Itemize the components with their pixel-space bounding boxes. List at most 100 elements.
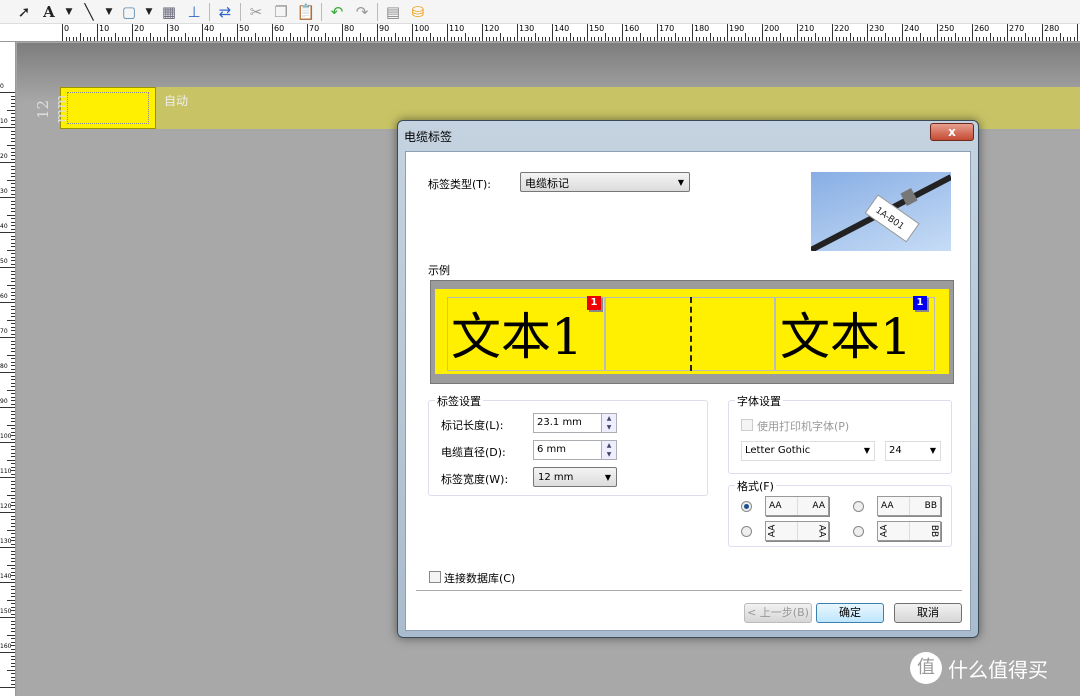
ruler-tick: [0, 512, 15, 513]
align-icon[interactable]: ▤: [383, 2, 403, 22]
length-spinner[interactable]: ▲ ▼: [601, 413, 617, 433]
ruler-label: 160: [624, 24, 640, 33]
font-value: Letter Gothic: [745, 445, 811, 456]
ruler-tick: [975, 37, 977, 41]
format-option-3[interactable]: AA AA: [765, 521, 829, 541]
ruler-tick: [254, 33, 256, 41]
ruler-tick: [433, 37, 434, 41]
font-select[interactable]: Letter Gothic ▼: [741, 441, 875, 461]
format-option-4[interactable]: AA BB: [877, 521, 941, 541]
vertical-ruler[interactable]: 0 10 20 30 40 50 60 70 80 90 100 110 120 130 140 150 160: [0, 42, 16, 696]
diameter-spinner[interactable]: ▲ ▼: [601, 440, 617, 460]
dropdown-arrow-icon[interactable]: ▼: [64, 2, 74, 22]
ruler-tick: [457, 37, 459, 41]
rotate-icon[interactable]: ⇄: [215, 2, 235, 22]
ruler-tick: [153, 37, 154, 41]
printer-font-checkbox[interactable]: [741, 419, 753, 431]
ruler-tick: [804, 37, 805, 41]
ruler-tick: [916, 37, 917, 41]
ruler-tick: [0, 687, 15, 688]
ruler-label: 20: [0, 153, 8, 160]
font-size-select[interactable]: 24 ▼: [885, 441, 941, 461]
format-radio-4[interactable]: [853, 526, 864, 537]
connect-db-label: 连接数据库(C): [444, 572, 516, 585]
barcode-icon[interactable]: ⊥: [184, 2, 204, 22]
dropdown-arrow-icon[interactable]: ▼: [144, 2, 154, 22]
redo-icon[interactable]: ↷: [352, 2, 372, 22]
ruler-tick: [839, 37, 840, 41]
close-button[interactable]: x: [930, 123, 974, 141]
ruler-tick: [11, 543, 15, 545]
ruler-tick: [1042, 24, 1043, 41]
ruler-tick: [195, 37, 196, 41]
ruler-label: 30: [0, 188, 8, 195]
cancel-button[interactable]: 取消: [894, 603, 962, 623]
cut-icon[interactable]: ✂: [246, 2, 266, 22]
ruler-tick: [405, 37, 406, 41]
ruler-tick: [842, 37, 844, 41]
horizontal-ruler[interactable]: 0 10 20 30 40 50 60 70 80 90 100 110 120 130 140 150 160…: [0, 24, 1080, 42]
dropdown-arrow-icon[interactable]: ▼: [104, 2, 114, 22]
ruler-tick: [11, 151, 15, 153]
ruler-tick: [114, 33, 116, 41]
ruler-tick: [11, 645, 15, 646]
chevron-down-icon: ▼: [929, 446, 936, 455]
ruler-tick: [11, 452, 15, 454]
format-option-1[interactable]: AA AA: [765, 496, 829, 516]
ruler-tick: [944, 37, 945, 41]
paste-icon[interactable]: 📋: [296, 2, 316, 22]
ruler-label: 70: [309, 24, 320, 33]
ruler-tick: [11, 662, 15, 664]
ruler-tick: [11, 533, 15, 534]
ruler-tick: [996, 37, 998, 41]
format-radio-3[interactable]: [741, 526, 752, 537]
format-radio-2[interactable]: [853, 501, 864, 512]
ruler-tick: [11, 403, 15, 405]
database-icon[interactable]: ⛁: [408, 2, 428, 22]
ruler-label: 140: [0, 573, 12, 580]
ruler-tick: [11, 358, 15, 359]
ruler-tick: [11, 606, 15, 608]
ruler-tick: [615, 37, 616, 41]
pointer-icon[interactable]: ➚: [14, 2, 34, 22]
ruler-tick: [748, 37, 749, 41]
ruler-tick: [618, 37, 620, 41]
ruler-tick: [447, 24, 448, 41]
ruler-tick: [11, 158, 15, 160]
ruler-tick: [11, 200, 15, 202]
ruler-tick: [625, 37, 627, 41]
ruler-tick: [912, 37, 914, 41]
ruler-tick: [937, 24, 938, 41]
ruler-tick: [0, 127, 15, 128]
format-radio-1[interactable]: [741, 501, 752, 512]
ruler-tick: [874, 37, 875, 41]
undo-icon[interactable]: ↶: [327, 2, 347, 22]
ruler-tick: [324, 33, 326, 41]
ruler-tick: [205, 37, 207, 41]
ruler-tick: [11, 316, 15, 317]
label-type-select[interactable]: 电缆标记 ▼: [520, 172, 690, 192]
back-button[interactable]: < 上一步(B): [744, 603, 812, 623]
line-icon[interactable]: ╲: [79, 2, 99, 22]
table-icon[interactable]: ▦: [159, 2, 179, 22]
length-input[interactable]: 23.1 mm: [533, 413, 603, 433]
diameter-input[interactable]: 6 mm: [533, 440, 603, 460]
ruler-tick: [492, 37, 494, 41]
ok-button[interactable]: 确定: [816, 603, 884, 623]
connect-db-checkbox[interactable]: [429, 571, 441, 583]
text-icon[interactable]: A: [39, 2, 59, 22]
ruler-tick: [11, 508, 15, 510]
ruler-tick: [461, 37, 462, 41]
ruler-tick: [454, 37, 455, 41]
label-type-value: 电缆标记: [525, 177, 569, 190]
ruler-tick: [223, 37, 224, 41]
format-option-2[interactable]: AA BB: [877, 496, 941, 516]
rectangle-icon[interactable]: ▢: [119, 2, 139, 22]
cable-illustration: 1A-B01: [809, 174, 953, 253]
ruler-tick: [11, 288, 15, 289]
copy-icon[interactable]: ❐: [271, 2, 291, 22]
label-object[interactable]: [60, 87, 156, 129]
ruler-tick: [69, 37, 70, 41]
width-select[interactable]: 12 mm ▼: [533, 467, 617, 487]
ruler-label: 70: [0, 328, 8, 335]
